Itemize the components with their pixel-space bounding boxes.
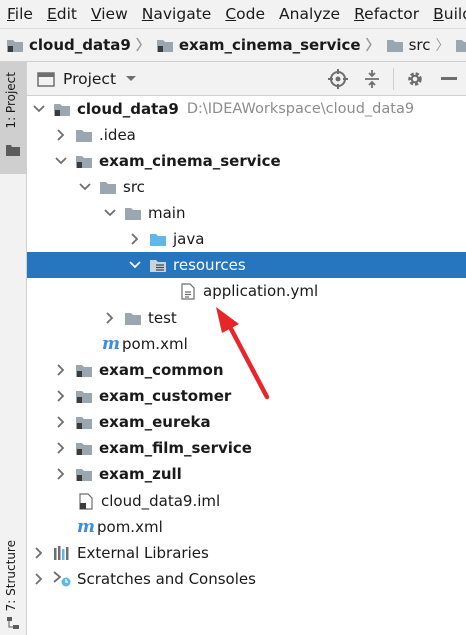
chevron-right-icon[interactable] <box>31 545 47 561</box>
chevron-right-icon[interactable] <box>53 127 69 143</box>
chevron-down-icon[interactable] <box>77 179 93 195</box>
tree-node-main[interactable]: main <box>27 200 466 226</box>
menu-file[interactable]: File <box>0 0 40 28</box>
menu-bar: File Edit View Navigate Code Analyze Ref… <box>0 0 466 28</box>
chevron-down-icon[interactable] <box>127 257 143 273</box>
menu-navigate[interactable]: Navigate <box>135 0 219 28</box>
library-icon <box>53 545 71 561</box>
folder-icon <box>124 205 142 221</box>
chevron-right-icon[interactable] <box>53 362 69 378</box>
folder-icon <box>75 127 93 143</box>
chevron-right-icon[interactable] <box>31 571 47 587</box>
folder-icon <box>6 145 20 156</box>
project-tool-tab[interactable]: 1: Project <box>0 62 26 174</box>
module-icon <box>53 101 71 117</box>
tree-node-cinema-service[interactable]: exam_cinema_service <box>27 148 466 174</box>
project-icon <box>37 71 55 87</box>
tree-node-external-libraries[interactable]: External Libraries <box>27 540 466 566</box>
chevron-right-icon[interactable] <box>53 388 69 404</box>
folder-icon <box>456 40 466 52</box>
chevron-right-icon: 〉 <box>435 38 450 54</box>
chevron-right-icon[interactable] <box>127 231 143 247</box>
yml-file-icon <box>179 282 197 300</box>
scratches-icon <box>53 571 71 587</box>
module-icon <box>75 153 93 169</box>
chevron-right-icon[interactable] <box>53 414 69 430</box>
tree-node-test[interactable]: test <box>27 305 466 331</box>
folder-icon <box>124 310 142 326</box>
chevron-right-icon[interactable] <box>53 466 69 482</box>
breadcrumb-item-src[interactable]: src 〉 <box>386 35 456 55</box>
folder-icon <box>386 40 403 52</box>
module-icon <box>75 466 93 482</box>
tree-node-exam-customer[interactable]: exam_customer <box>27 383 466 409</box>
tree-node-root-pom[interactable]: m pom.xml <box>27 514 466 540</box>
iml-file-icon <box>77 492 95 510</box>
breadcrumb-item-main[interactable]: main <box>455 36 466 54</box>
tree-node-idea[interactable]: .idea <box>27 122 466 148</box>
locate-icon[interactable] <box>321 62 355 96</box>
project-panel-header: Project <box>27 62 466 96</box>
tree-node-src[interactable]: src <box>27 174 466 200</box>
left-tool-strip: 1: Project 7: Structure <box>0 62 27 635</box>
chevron-right-icon[interactable] <box>53 440 69 456</box>
tree-node-inner-pom[interactable]: m pom.xml <box>27 331 466 357</box>
chevron-right-icon: 〉 <box>135 38 150 54</box>
chevron-right-icon: 〉 <box>365 38 380 54</box>
tree-node-exam-common[interactable]: exam_common <box>27 357 466 383</box>
collapse-all-icon[interactable] <box>355 62 389 96</box>
maven-icon: m <box>77 517 95 537</box>
menu-build[interactable]: Build <box>426 0 466 28</box>
tree-node-java[interactable]: java <box>27 226 466 252</box>
maven-icon: m <box>102 334 120 354</box>
source-folder-icon <box>149 231 167 247</box>
tree-node-iml-file[interactable]: cloud_data9.iml <box>27 488 466 514</box>
tree-node-root[interactable]: cloud_data9 D:\IDEAWorkspace\cloud_data9 <box>27 96 466 122</box>
resources-folder-icon <box>149 257 167 273</box>
breadcrumb: cloud_data9〉 exam_cinema_service〉 src〉 m… <box>0 28 466 62</box>
module-icon <box>75 414 93 430</box>
module-icon <box>75 362 93 378</box>
tree-node-application-yml[interactable]: application.yml <box>27 278 466 304</box>
tree-node-exam-zull[interactable]: exam_zull <box>27 461 466 487</box>
menu-refactor[interactable]: Refactor <box>347 0 426 28</box>
module-icon <box>75 388 93 404</box>
chevron-right-icon[interactable] <box>102 310 118 326</box>
tree-node-scratches[interactable]: Scratches and Consoles <box>27 566 466 592</box>
menu-code[interactable]: Code <box>218 0 272 28</box>
structure-tool-tab[interactable]: 7: Structure <box>0 532 26 632</box>
chevron-down-icon[interactable] <box>31 101 47 117</box>
project-view-selector[interactable]: Project <box>37 70 137 88</box>
hide-panel-icon[interactable] <box>432 62 466 96</box>
gear-icon[interactable] <box>398 62 432 96</box>
module-icon <box>75 440 93 456</box>
breadcrumb-item-project[interactable]: cloud_data9 〉 <box>6 35 156 55</box>
structure-icon <box>7 617 19 629</box>
menu-edit[interactable]: Edit <box>40 0 84 28</box>
chevron-down-icon[interactable] <box>53 153 69 169</box>
folder-icon <box>99 179 117 195</box>
tree-node-resources[interactable]: resources <box>27 252 466 278</box>
module-icon <box>156 40 173 52</box>
menu-analyze[interactable]: Analyze <box>272 0 347 28</box>
module-icon <box>7 40 23 52</box>
tree-node-exam-eureka[interactable]: exam_eureka <box>27 409 466 435</box>
tree-node-exam-film-service[interactable]: exam_film_service <box>27 435 466 461</box>
chevron-down-icon <box>126 75 137 81</box>
breadcrumb-item-module[interactable]: exam_cinema_service 〉 <box>156 35 386 55</box>
chevron-down-icon[interactable] <box>102 205 118 221</box>
menu-view[interactable]: View <box>84 0 135 28</box>
